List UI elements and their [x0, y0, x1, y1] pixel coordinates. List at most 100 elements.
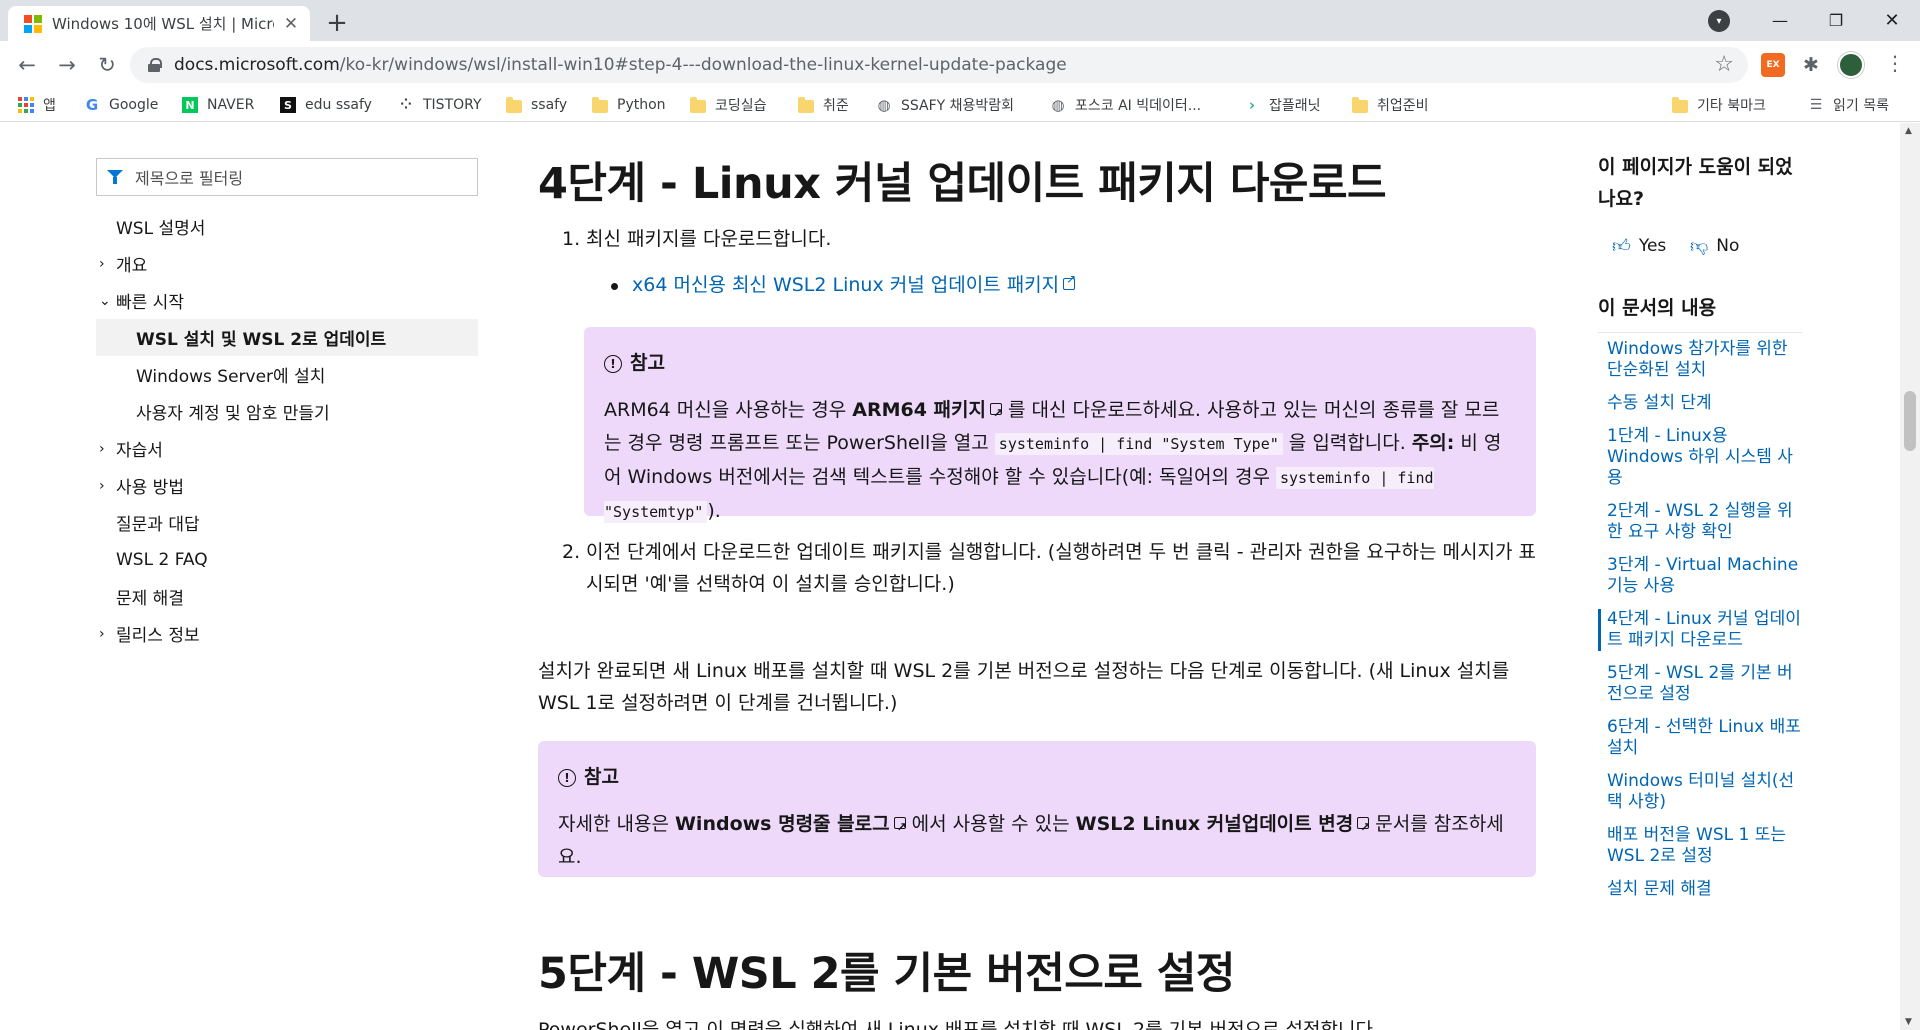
toc-item[interactable]: › 릴리스 정보: [96, 615, 478, 652]
bookmark-jobplanet[interactable]: › 잡플래닛: [1244, 88, 1321, 122]
tistory-icon: ⁘: [400, 97, 412, 113]
outline-link[interactable]: 5단계 - WSL 2를 기본 버전으로 설정: [1598, 663, 1802, 705]
bookmark-folder-job[interactable]: 취준: [798, 88, 849, 122]
extensions-puzzle-icon[interactable]: ✱: [1799, 53, 1823, 77]
outline-link[interactable]: 6단계 - 선택한 Linux 배포 설치: [1598, 717, 1802, 759]
external-link-icon: [990, 397, 1003, 430]
scroll-up-arrow-icon[interactable]: ▲: [1905, 126, 1912, 136]
outline-link[interactable]: 수동 설치 단계: [1598, 393, 1802, 414]
browser-toolbar: ← → ↻ docs.microsoft.com/ko-kr/windows/w…: [0, 41, 1920, 88]
reload-button[interactable]: ↻: [92, 50, 122, 80]
note-body: 자세한 내용은 Windows 명령줄 블로그 에서 사용할 수 있는 WSL2…: [558, 808, 1516, 874]
outline-link[interactable]: 2단계 - WSL 2 실행을 위한 요구 사항 확인: [1598, 501, 1802, 543]
toc-item[interactable]: › 자습서: [96, 430, 478, 467]
jobplanet-icon: ›: [1248, 96, 1256, 114]
url-text: docs.microsoft.com/ko-kr/windows/wsl/ins…: [174, 55, 1067, 75]
forward-button[interactable]: →: [52, 50, 82, 80]
menu-kebab-icon[interactable]: ⋮: [1885, 51, 1905, 75]
folder-icon: [506, 96, 522, 113]
chevron-right-icon: ›: [99, 440, 105, 457]
outline-link[interactable]: 설치 문제 해결: [1598, 879, 1802, 900]
vertical-scrollbar[interactable]: ▲ ▼: [1900, 123, 1920, 1030]
reading-list-icon: ☰: [1809, 97, 1823, 113]
reading-list[interactable]: ☰ 읽기 목록: [1808, 88, 1889, 122]
tab-title: Windows 10에 WSL 설치 | Microsoft Docs: [52, 15, 274, 33]
bookmark-folder-coding[interactable]: 코딩실습: [690, 88, 767, 122]
toc-item[interactable]: 사용자 계정 및 암호 만들기: [96, 393, 478, 430]
tab-strip: Windows 10에 WSL 설치 | Microsoft Docs ✕ + …: [0, 0, 1920, 41]
outline-link[interactable]: 3단계 - Virtual Machine 기능 사용: [1598, 555, 1802, 597]
toc-tree: WSL 설명서 › 개요 ⌄ 빠른 시작 WSL 설치 및 WSL 2로 업데이트 …: [96, 208, 478, 652]
close-window-button[interactable]: ✕: [1864, 0, 1920, 41]
bookmark-naver[interactable]: N NAVER: [182, 88, 254, 122]
toc-item[interactable]: WSL 설명서: [96, 208, 478, 245]
globe-icon: ◍: [877, 96, 891, 114]
heading-step-4: 4단계 - Linux 커널 업데이트 패키지 다운로드: [538, 159, 1387, 209]
microsoft-logo-icon: [24, 14, 42, 33]
external-link-icon: [1357, 811, 1370, 844]
code-systeminfo: systeminfo | find "System Type": [994, 433, 1283, 455]
toc-item-active[interactable]: WSL 설치 및 WSL 2로 업데이트: [96, 319, 478, 356]
browser-tab[interactable]: Windows 10에 WSL 설치 | Microsoft Docs ✕: [8, 6, 310, 41]
lock-icon: [148, 58, 162, 72]
outline-link[interactable]: Windows 참가자를 위한 단순화된 설치: [1598, 339, 1802, 381]
globe-icon: ◍: [1051, 96, 1065, 114]
toc-item[interactable]: ⌄ 빠른 시작: [96, 282, 478, 319]
extension-ex-icon[interactable]: EX: [1761, 53, 1785, 77]
feedback-no-button[interactable]: 👎︎ No: [1690, 235, 1739, 257]
outline-link[interactable]: 1단계 - Linux용 Windows 하위 시스템 사용: [1598, 426, 1802, 489]
feedback-yes-button[interactable]: 👍︎ Yes: [1612, 235, 1666, 257]
toc-item[interactable]: › 개요: [96, 245, 478, 282]
page-content: 제목으로 필터링 WSL 설명서 › 개요 ⌄ 빠른 시작 WSL 설치 및 WSL…: [0, 123, 1920, 1030]
toc-item[interactable]: › 사용 방법: [96, 467, 478, 504]
profile-avatar[interactable]: [1838, 52, 1864, 78]
chevron-down-icon: ⌄: [99, 292, 111, 309]
toc-item[interactable]: Windows Server에 설치: [96, 356, 478, 393]
note-callout-2: !참고 자세한 내용은 Windows 명령줄 블로그 에서 사용할 수 있는 …: [538, 741, 1536, 877]
tab-close-icon[interactable]: ✕: [282, 14, 300, 34]
filter-input[interactable]: 제목으로 필터링: [96, 158, 478, 196]
scrollbar-thumb[interactable]: [1904, 391, 1916, 451]
bookmark-ssafy-fair[interactable]: ◍ SSAFY 채용박람회: [876, 88, 1014, 122]
tab-search-icon[interactable]: ▾: [1708, 10, 1730, 32]
note-body: ARM64 머신을 사용하는 경우 ARM64 패키지 를 대신 다운로드하세요…: [604, 394, 1516, 529]
bookmark-google[interactable]: G Google: [84, 88, 159, 122]
scroll-down-arrow-icon[interactable]: ▼: [1905, 1017, 1912, 1027]
in-this-article-heading: 이 문서의 내용: [1598, 293, 1802, 333]
ssafy-icon: S: [280, 97, 296, 113]
apps-grid-icon: [18, 97, 34, 113]
address-bar[interactable]: docs.microsoft.com/ko-kr/windows/wsl/ins…: [130, 47, 1748, 83]
step-1-item: 1. 최신 패키지를 다운로드합니다.: [562, 228, 832, 250]
bookmark-tistory[interactable]: ⁘ TISTORY: [398, 88, 481, 122]
outline-link[interactable]: 배포 버전을 WSL 1 또는 WSL 2로 설정: [1598, 825, 1802, 867]
bookmark-folder-prep[interactable]: 취업준비: [1352, 88, 1429, 122]
paragraph-step-5: PowerShell을 열고 이 명령을 실행하여 새 Linux 배포를 설치…: [538, 1019, 1379, 1030]
toc-item[interactable]: 문제 해결: [96, 578, 478, 615]
folder-icon: [592, 96, 608, 113]
toc-item[interactable]: 질문과 대답: [96, 504, 478, 541]
bookmark-other[interactable]: 기타 북마크: [1672, 88, 1766, 122]
arm64-package-link[interactable]: ARM64 패키지: [852, 397, 1003, 430]
bullet-dot: [611, 283, 618, 290]
restore-button[interactable]: ❐: [1808, 0, 1864, 41]
chevron-right-icon: ›: [99, 625, 105, 642]
back-button[interactable]: ←: [12, 50, 42, 80]
outline-link-current[interactable]: 4단계 - Linux 커널 업데이트 패키지 다운로드: [1598, 609, 1802, 651]
bookmark-apps[interactable]: 앱: [18, 88, 56, 122]
bookmark-star-icon[interactable]: ☆: [1714, 52, 1734, 77]
new-tab-button[interactable]: +: [322, 8, 352, 38]
bookmark-folder-ssafy[interactable]: ssafy: [506, 88, 567, 122]
thumbs-up-icon: 👍︎: [1612, 236, 1631, 257]
windows-cmdline-blog-link[interactable]: Windows 명령줄 블로그: [675, 811, 907, 844]
minimize-button[interactable]: —: [1752, 0, 1808, 41]
bookmark-posco[interactable]: ◍ 포스코 AI 빅데이터...: [1050, 88, 1201, 122]
bookmark-edu-ssafy[interactable]: Sedu ssafy: [280, 88, 372, 122]
chevron-right-icon: ›: [99, 477, 105, 494]
bookmark-folder-python[interactable]: Python: [592, 88, 666, 122]
folder-icon: [1672, 96, 1688, 113]
toc-item[interactable]: WSL 2 FAQ: [96, 541, 478, 578]
wsl2-kernel-update-link[interactable]: WSL2 Linux 커널업데이트 변경: [1076, 811, 1371, 844]
x64-kernel-package-link[interactable]: x64 머신용 최신 WSL2 Linux 커널 업데이트 패키지: [632, 270, 1076, 297]
outline-link[interactable]: Windows 터미널 설치(선택 사항): [1598, 771, 1802, 813]
thumbs-down-icon: 👎︎: [1690, 236, 1709, 257]
